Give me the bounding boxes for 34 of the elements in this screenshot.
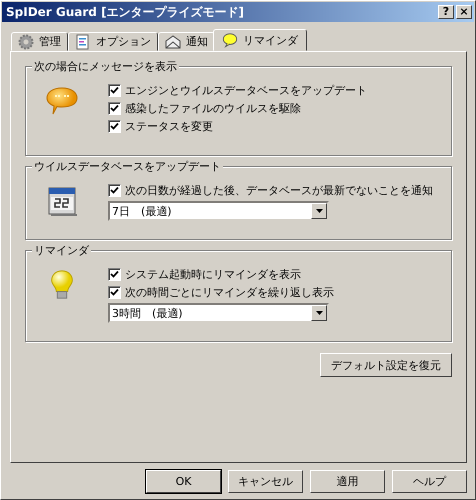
checkbox[interactable]: システム起動時にリマインダを表示 — [108, 267, 334, 282]
group-title: リマインダ — [32, 243, 91, 258]
window-title: SpIDer Guard [エンタープライズモード] — [6, 4, 246, 20]
dropdown[interactable]: 3時間 (最適) — [108, 303, 329, 323]
tab[interactable]: 管理 — [11, 32, 68, 51]
group-title: ウイルスデータベースをアップデート — [32, 159, 223, 174]
checkbox-box[interactable] — [108, 120, 121, 133]
speech-bubble-icon — [222, 32, 238, 48]
checkbox-box[interactable] — [108, 84, 121, 97]
restore-defaults-button[interactable]: デフォルト設定を復元 — [320, 353, 452, 377]
group-title: 次の場合にメッセージを表示 — [32, 59, 179, 74]
checkbox[interactable]: ステータスを変更 — [108, 119, 367, 134]
checkbox-label: ステータスを変更 — [125, 119, 213, 134]
tab[interactable]: オプション — [68, 32, 158, 51]
gear-icon — [18, 34, 34, 50]
checkbox-label: システム起動時にリマインダを表示 — [125, 267, 301, 282]
speech-bubble-icon — [46, 85, 78, 117]
calendar-icon — [46, 185, 78, 217]
tab[interactable]: リマインダ — [213, 29, 307, 51]
checkbox-box[interactable] — [108, 286, 121, 299]
envelope-icon — [165, 34, 181, 50]
checkbox[interactable]: 感染したファイルのウイルスを駆除 — [108, 101, 367, 116]
tab[interactable]: 通知 — [158, 32, 215, 51]
dialog-button[interactable]: 適用 — [310, 470, 385, 493]
dropdown[interactable]: 7日 (最適) — [108, 201, 329, 221]
checkbox-box[interactable] — [108, 102, 121, 115]
dialog-button[interactable]: ヘルプ — [392, 470, 467, 493]
close-button[interactable]: × — [456, 5, 472, 19]
checkbox-label: 感染したファイルのウイルスを駆除 — [125, 101, 301, 116]
dialog-button[interactable]: OK — [146, 470, 221, 493]
checkbox-box[interactable] — [108, 268, 121, 281]
help-button[interactable]: ? — [438, 5, 454, 19]
checkbox-box[interactable] — [108, 184, 121, 197]
dialog-button[interactable]: キャンセル — [228, 470, 303, 493]
